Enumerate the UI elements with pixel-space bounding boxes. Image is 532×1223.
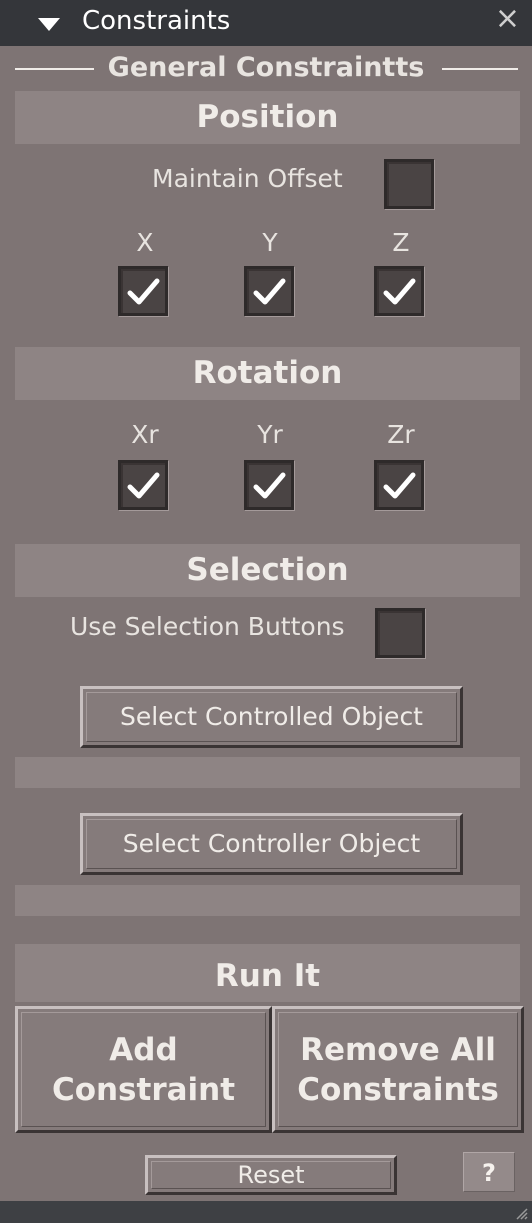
reset-button[interactable]: Reset — [145, 1155, 397, 1195]
checkmark-icon — [127, 278, 160, 305]
add-constraint-label-line2: Constraint — [51, 1071, 236, 1108]
select-controller-object-label: Select Controller Object — [122, 829, 421, 858]
selection-divider-2 — [15, 885, 520, 916]
select-controlled-object-label: Select Controlled Object — [119, 702, 423, 731]
axis-xr-label: Xr — [131, 420, 159, 449]
axis-x-checkbox[interactable] — [118, 266, 168, 316]
help-button[interactable]: ? — [463, 1152, 515, 1192]
maintain-offset-checkbox[interactable] — [384, 159, 434, 209]
selection-header: Selection — [15, 544, 520, 597]
selection-divider-1 — [15, 757, 520, 788]
remove-all-label-line1: Remove All — [300, 1031, 496, 1068]
rotation-header: Rotation — [15, 347, 520, 400]
position-header: Position — [15, 91, 520, 144]
axis-x-label: X — [136, 228, 154, 257]
maintain-offset-label: Maintain Offset — [152, 164, 343, 193]
window-title: Constraints — [82, 6, 231, 36]
axis-yr-label: Yr — [257, 420, 283, 449]
checkmark-icon — [383, 472, 416, 499]
axis-xr-checkbox[interactable] — [118, 460, 168, 510]
constraints-panel: Constraints × General Constraintts Posit… — [0, 0, 532, 1223]
axis-y-checkbox[interactable] — [244, 266, 294, 316]
use-selection-buttons-checkbox[interactable] — [375, 608, 425, 658]
checkmark-icon — [127, 472, 160, 499]
select-controller-object-button[interactable]: Select Controller Object — [80, 813, 463, 875]
axis-z-label: Z — [392, 228, 410, 257]
resize-grip-icon[interactable] — [514, 1206, 528, 1220]
select-controlled-object-button[interactable]: Select Controlled Object — [80, 686, 463, 748]
remove-all-constraints-button[interactable]: Remove All Constraints — [272, 1006, 524, 1133]
axis-y-label: Y — [262, 228, 278, 257]
axis-yr-checkbox[interactable] — [244, 460, 294, 510]
checkmark-icon — [383, 278, 416, 305]
checkmark-icon — [253, 278, 286, 305]
group-title: General Constraintts — [0, 51, 532, 85]
axis-z-checkbox[interactable] — [374, 266, 424, 316]
triangle-down-icon[interactable] — [38, 18, 60, 31]
close-icon[interactable]: × — [495, 4, 520, 34]
checkmark-icon — [253, 472, 286, 499]
add-constraint-label-line1: Add — [109, 1031, 178, 1068]
add-constraint-button[interactable]: Add Constraint — [15, 1006, 272, 1133]
run-it-header: Run It — [15, 944, 520, 1002]
status-bar — [0, 1201, 532, 1223]
title-bar[interactable]: Constraints × — [0, 0, 532, 46]
axis-zr-checkbox[interactable] — [374, 460, 424, 510]
axis-zr-label: Zr — [387, 420, 415, 449]
reset-label: Reset — [237, 1161, 305, 1189]
remove-all-label-line2: Constraints — [297, 1071, 499, 1108]
use-selection-buttons-label: Use Selection Buttons — [70, 612, 345, 641]
